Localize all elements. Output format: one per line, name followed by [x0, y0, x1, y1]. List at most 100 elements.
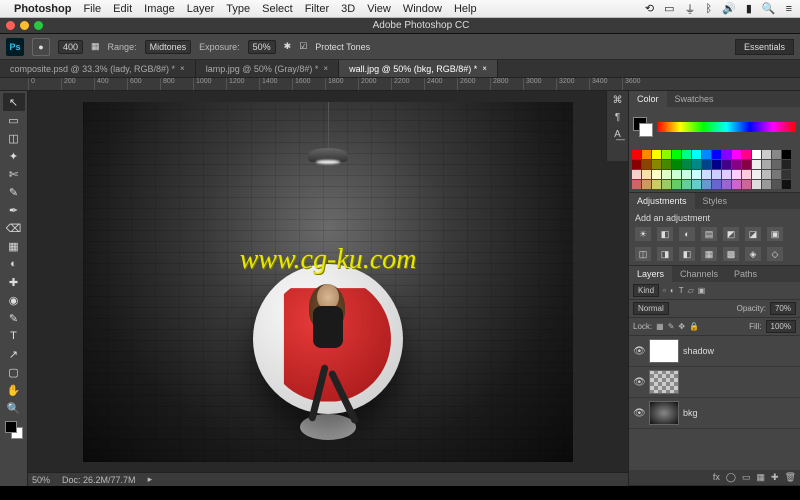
range-dropdown[interactable]: Midtones	[145, 40, 192, 54]
swatch-cell[interactable]	[712, 170, 721, 179]
swatch-cell[interactable]	[782, 160, 791, 169]
menu-app[interactable]: Photoshop	[14, 3, 71, 15]
tool-8[interactable]: ▦	[3, 237, 25, 255]
tab-adjustments[interactable]: Adjustments	[629, 193, 695, 209]
wifi-icon[interactable]: ⏚	[685, 1, 696, 17]
adjustment-icon[interactable]: ◧	[657, 227, 673, 241]
swatch-cell[interactable]	[672, 170, 681, 179]
lock-pos-icon[interactable]: ✥	[678, 322, 685, 331]
bluetooth-icon[interactable]: ᛒ	[706, 3, 713, 15]
adjustment-icon[interactable]: ◈	[745, 247, 761, 261]
brush-size[interactable]: 400	[58, 40, 83, 54]
swatch-cell[interactable]	[722, 160, 731, 169]
swatch-cell[interactable]	[642, 180, 651, 189]
swatch-cell[interactable]	[692, 150, 701, 159]
swatch-cell[interactable]	[732, 160, 741, 169]
tool-17[interactable]: 🔍	[3, 399, 25, 417]
swatch-cell[interactable]	[672, 150, 681, 159]
swatch-cell[interactable]	[762, 180, 771, 189]
minimize-icon[interactable]	[20, 21, 29, 30]
adjustment-icon[interactable]: ◇	[767, 247, 783, 261]
swatch-cell[interactable]	[652, 160, 661, 169]
visibility-icon[interactable]: 👁	[633, 346, 645, 357]
close-icon[interactable]: ×	[180, 64, 185, 73]
exposure-value[interactable]: 50%	[248, 40, 276, 54]
filter-smart-icon[interactable]: ▣	[698, 286, 706, 295]
filter-shape-icon[interactable]: ▱	[688, 286, 694, 295]
tab-layers[interactable]: Layers	[629, 266, 672, 282]
layer-thumb[interactable]	[649, 339, 679, 363]
menu-help[interactable]: Help	[454, 3, 477, 15]
swatch-cell[interactable]	[632, 150, 641, 159]
tool-15[interactable]: ▢	[3, 363, 25, 381]
fx-icon[interactable]: fx	[713, 472, 720, 483]
swatch-cell[interactable]	[742, 170, 751, 179]
tab-lamp[interactable]: lamp.jpg @ 50% (Gray/8#) *×	[196, 60, 339, 77]
hue-ramp[interactable]	[657, 122, 796, 132]
battery-icon[interactable]: ▮	[746, 2, 752, 15]
sync-icon[interactable]: ⟲	[645, 2, 654, 15]
menu-icon[interactable]: ≡	[786, 3, 792, 15]
swatch-cell[interactable]	[632, 170, 641, 179]
tool-14[interactable]: ↗	[3, 345, 25, 363]
tool-2[interactable]: ◫	[3, 129, 25, 147]
lock-pixel-icon[interactable]: ✎	[668, 322, 675, 331]
color-swatch-icon[interactable]	[633, 117, 653, 137]
adjustment-icon[interactable]: ▣	[767, 227, 783, 241]
visibility-icon[interactable]: 👁	[633, 408, 645, 419]
workspace-switcher[interactable]: Essentials	[735, 39, 794, 55]
swatch-cell[interactable]	[772, 170, 781, 179]
swatch-cell[interactable]	[782, 170, 791, 179]
swatch-cell[interactable]	[732, 170, 741, 179]
tool-7[interactable]: ⌫	[3, 219, 25, 237]
swatch-cell[interactable]	[752, 170, 761, 179]
tool-9[interactable]: ◐	[3, 255, 25, 273]
swatch-cell[interactable]	[772, 160, 781, 169]
swatch-cell[interactable]	[692, 180, 701, 189]
character-icon[interactable]: A͟	[614, 129, 621, 140]
layer-name[interactable]: shadow	[683, 346, 714, 356]
tab-composite[interactable]: composite.psd @ 33.3% (lady, RGB/8#) *×	[0, 60, 196, 77]
swatch-cell[interactable]	[732, 150, 741, 159]
menu-3d[interactable]: 3D	[341, 3, 355, 15]
tool-0[interactable]: ↖	[3, 93, 25, 111]
swatch-cell[interactable]	[652, 180, 661, 189]
mask-icon[interactable]: ◯	[726, 472, 736, 483]
tool-1[interactable]: ▭	[3, 111, 25, 129]
close-icon[interactable]: ×	[482, 64, 487, 73]
swatch-cell[interactable]	[692, 160, 701, 169]
swatch-cell[interactable]	[742, 160, 751, 169]
menu-select[interactable]: Select	[262, 3, 293, 15]
swatch-cell[interactable]	[782, 180, 791, 189]
swatch-cell[interactable]	[762, 150, 771, 159]
adjustment-icon[interactable]: ◧	[679, 247, 695, 261]
brush-preset-icon[interactable]: ▦	[91, 41, 100, 52]
adjustment-layer-icon[interactable]: ▭	[742, 472, 751, 483]
volume-icon[interactable]: 🔊	[722, 2, 736, 15]
tool-3[interactable]: ✦	[3, 147, 25, 165]
menu-type[interactable]: Type	[226, 3, 250, 15]
swatch-cell[interactable]	[712, 160, 721, 169]
close-icon[interactable]	[6, 21, 15, 30]
swatch-cell[interactable]	[662, 170, 671, 179]
close-icon[interactable]: ×	[323, 64, 328, 73]
tool-5[interactable]: ✎	[3, 183, 25, 201]
swatch-cell[interactable]	[672, 180, 681, 189]
swatch-cell[interactable]	[712, 150, 721, 159]
zoom-level[interactable]: 50%	[32, 475, 50, 485]
menu-window[interactable]: Window	[403, 3, 442, 15]
menu-filter[interactable]: Filter	[305, 3, 329, 15]
zoom-icon[interactable]	[34, 21, 43, 30]
tool-10[interactable]: ✚	[3, 273, 25, 291]
swatch-cell[interactable]	[702, 170, 711, 179]
swatch-cell[interactable]	[762, 160, 771, 169]
doc-size[interactable]: Doc: 26.2M/77.7M	[62, 475, 136, 485]
swatch-cell[interactable]	[652, 170, 661, 179]
swatch-cell[interactable]	[702, 160, 711, 169]
search-icon[interactable]: 🔍	[762, 2, 776, 15]
swatch-cell[interactable]	[682, 170, 691, 179]
adjustment-icon[interactable]: ▩	[723, 247, 739, 261]
swatch-cell[interactable]	[742, 180, 751, 189]
brush-preview-icon[interactable]: ●	[32, 38, 50, 56]
history-icon[interactable]: ⌘	[613, 95, 623, 106]
